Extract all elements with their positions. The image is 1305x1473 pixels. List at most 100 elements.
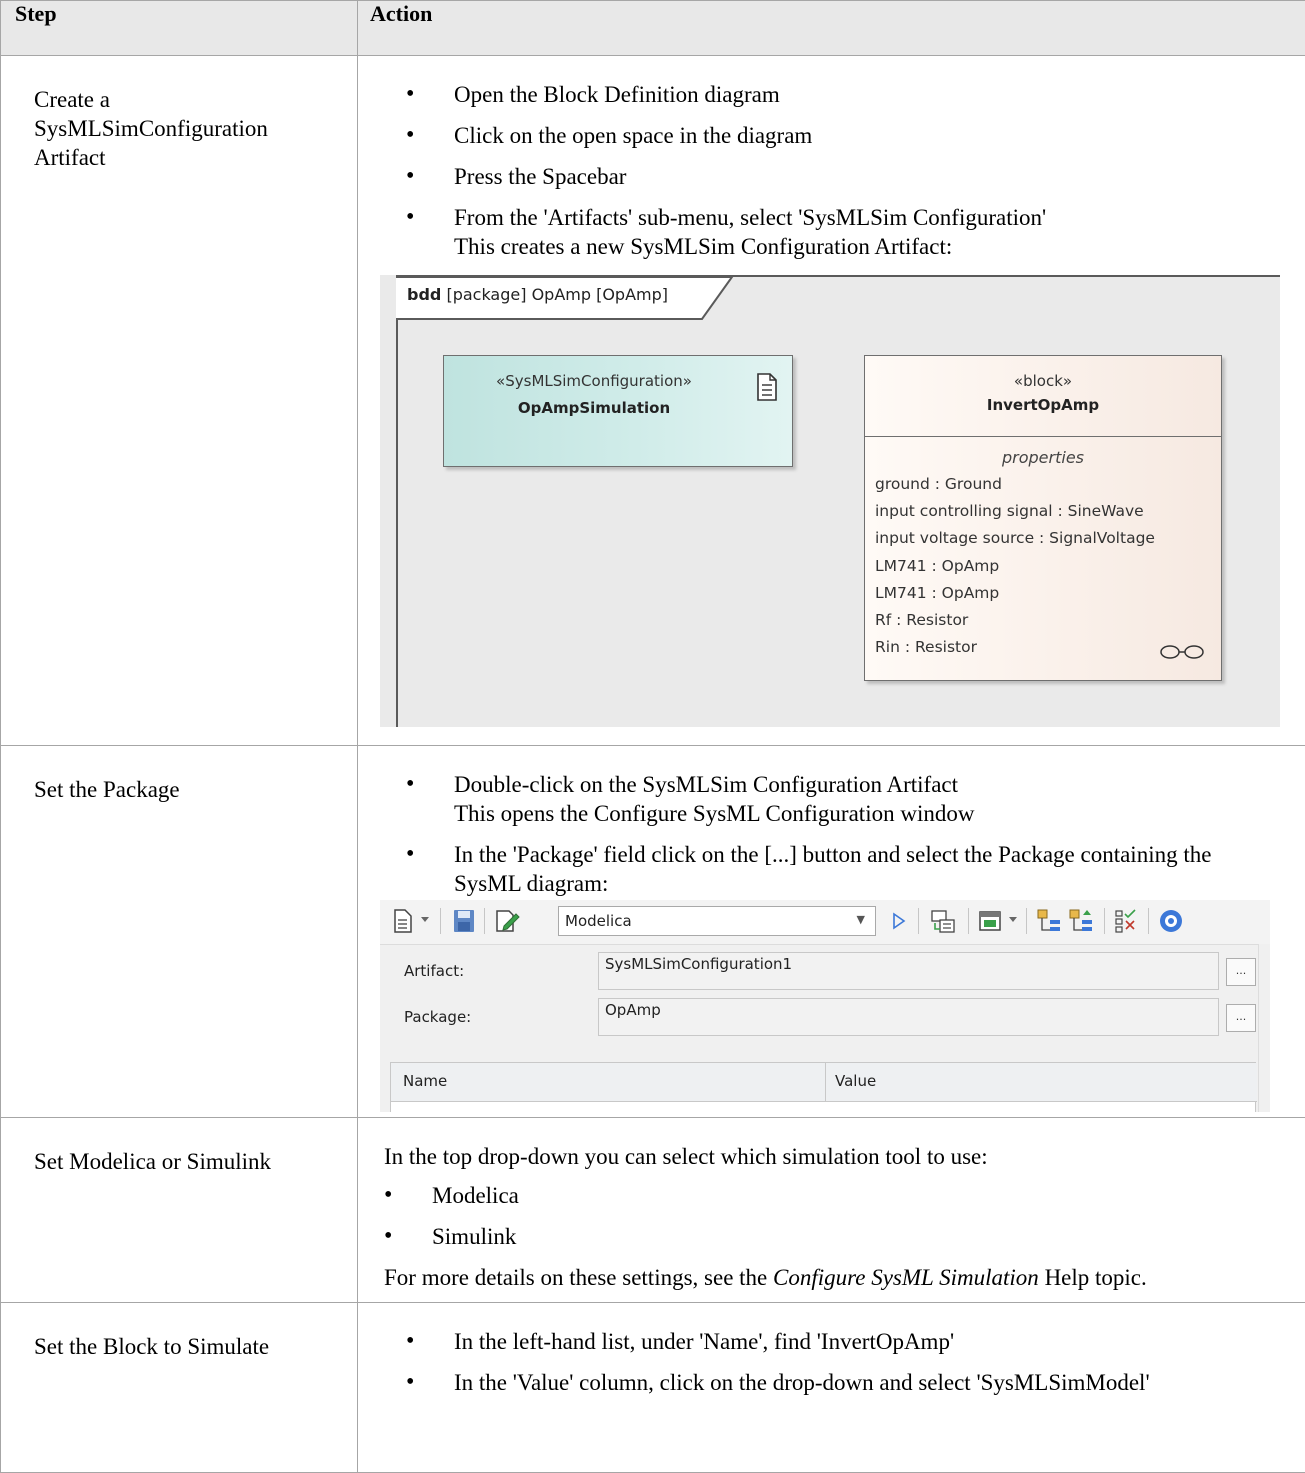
step-cell: Set Modelica or Simulink — [1, 1118, 358, 1303]
property-item: ground : Ground — [875, 471, 1221, 498]
list-item: Modelica — [384, 1181, 1293, 1210]
window-icon[interactable] — [978, 908, 1004, 934]
step-text: Set the Block to Simulate — [34, 1334, 269, 1359]
step-cell: Set the Block to Simulate — [1, 1303, 358, 1473]
header-action: Action — [358, 1, 1305, 56]
bullet-text: In the left-hand list, under 'Name', fin… — [454, 1329, 954, 1354]
package-field[interactable]: OpAmp — [598, 998, 1219, 1036]
step-cell: Create a SysMLSimConfiguration Artifact — [1, 56, 358, 746]
property-grid: Name Value — [390, 1062, 1256, 1112]
block-name: InvertOpAmp — [865, 390, 1221, 414]
bdd-diagram: bdd [package] OpAmp [OpAmp] «SysMLSimCon… — [380, 275, 1280, 727]
list-item: Press the Spacebar — [406, 162, 1293, 191]
glasses-icon — [1159, 642, 1205, 662]
tree-up-icon[interactable] — [1068, 908, 1094, 934]
block-invertopamp[interactable]: «block» InvertOpAmp properties ground : … — [864, 355, 1222, 681]
bullet-list: Double-click on the SysMLSim Configurati… — [406, 770, 1293, 898]
toolbar-separator — [918, 908, 919, 934]
intro-text: In the top drop-down you can select whic… — [384, 1142, 1293, 1171]
bullet-text: Simulink — [432, 1224, 516, 1249]
bullet-subtext: This creates a new SysMLSim Configuratio… — [454, 232, 1293, 261]
column-divider[interactable] — [825, 1063, 826, 1101]
property-item: LM741 : OpAmp — [875, 580, 1221, 607]
checklist-icon[interactable] — [1114, 908, 1138, 934]
help-icon[interactable] — [1158, 908, 1184, 934]
toolbar-separator — [1104, 908, 1105, 934]
bullet-text: Double-click on the SysMLSim Configurati… — [454, 770, 1293, 799]
steps-table: Step Action Create a SysMLSimConfigurati… — [0, 0, 1305, 1473]
property-list: ground : Ground input controlling signal… — [865, 471, 1221, 661]
help-topic-reference: Configure SysML Simulation — [773, 1265, 1039, 1290]
table-row: Set Modelica or Simulink In the top drop… — [1, 1118, 1305, 1303]
step-text: Set Modelica or Simulink — [34, 1149, 271, 1174]
dropdown-arrow-icon[interactable] — [420, 916, 430, 924]
note-suffix: Help topic. — [1039, 1265, 1147, 1290]
dropdown-arrow-icon[interactable] — [1008, 916, 1018, 924]
bullet-text: Modelica — [432, 1183, 519, 1208]
header-step: Step — [1, 1, 358, 56]
note-text: For more details on these settings, see … — [384, 1263, 1293, 1292]
bullet-list: Open the Block Definition diagram Click … — [406, 80, 1293, 261]
artifact-label: Artifact: — [404, 962, 464, 980]
chevron-down-icon: ▼ — [857, 913, 865, 926]
save-icon[interactable] — [452, 908, 476, 934]
note-prefix: For more details on these settings, see … — [384, 1265, 773, 1290]
list-item: In the 'Package' field click on the [...… — [406, 840, 1293, 898]
toolbar-separator — [484, 908, 485, 934]
frame-label: bdd [package] OpAmp [OpAmp] — [407, 285, 668, 304]
artifact-field[interactable]: SysMLSimConfiguration1 — [598, 952, 1219, 990]
simulation-tool-select[interactable]: Modelica ▼ — [558, 906, 876, 936]
grid-header-value[interactable]: Value — [835, 1072, 876, 1090]
list-item: From the 'Artifacts' sub-menu, select 'S… — [406, 203, 1293, 261]
step-text: Set the Package — [34, 777, 180, 802]
configure-sysml-window: Modelica ▼ — [380, 900, 1270, 1112]
package-browse-button[interactable]: ... — [1226, 1004, 1256, 1032]
action-cell: Double-click on the SysMLSim Configurati… — [358, 746, 1305, 1118]
edit-icon[interactable] — [494, 908, 520, 934]
artifact-value: SysMLSimConfiguration1 — [605, 955, 792, 973]
block-header: «block» InvertOpAmp — [865, 356, 1221, 437]
package-label: Package: — [404, 1008, 471, 1026]
new-doc-icon[interactable] — [392, 908, 414, 934]
list-item: In the left-hand list, under 'Name', fin… — [406, 1327, 1293, 1356]
list-item: In the 'Value' column, click on the drop… — [406, 1368, 1293, 1397]
bullet-text: In the 'Value' column, click on the drop… — [454, 1370, 1150, 1395]
toolbar-separator — [968, 908, 969, 934]
frame-kind: bdd — [407, 285, 441, 304]
bullet-list: In the left-hand list, under 'Name', fin… — [406, 1327, 1293, 1397]
bullet-text: Open the Block Definition diagram — [454, 82, 780, 107]
bullet-list: Modelica Simulink — [384, 1181, 1293, 1251]
property-item: LM741 : OpAmp — [875, 553, 1221, 580]
toolbar-separator — [440, 908, 441, 934]
block-stereotype: «block» — [865, 356, 1221, 390]
package-value: OpAmp — [605, 1001, 661, 1019]
bullet-text: In the 'Package' field click on the [...… — [454, 842, 1211, 896]
table-row: Set the Package Double-click on the SysM… — [1, 746, 1305, 1118]
step-text: Artifact — [34, 144, 337, 173]
run-icon[interactable] — [892, 912, 906, 930]
grid-header-name[interactable]: Name — [403, 1072, 447, 1090]
sysmlsim-configuration-artifact[interactable]: «SysMLSimConfiguration» OpAmpSimulation — [443, 355, 793, 467]
compartment-title: properties — [865, 437, 1221, 471]
action-cell: In the left-hand list, under 'Name', fin… — [358, 1303, 1305, 1473]
table-row: Create a SysMLSimConfiguration Artifact … — [1, 56, 1305, 746]
list-item: Click on the open space in the diagram — [406, 121, 1293, 150]
step-text: SysMLSimConfiguration — [34, 115, 337, 144]
tree-down-icon[interactable] — [1036, 908, 1062, 934]
list-item: Open the Block Definition diagram — [406, 80, 1293, 109]
vertical-scrollbar[interactable] — [1258, 944, 1270, 1112]
property-item: input controlling signal : SineWave — [875, 498, 1221, 525]
toolbar-separator — [1148, 908, 1149, 934]
toolbar-separator — [1026, 908, 1027, 934]
bullet-subtext: This opens the Configure SysML Configura… — [454, 799, 1293, 828]
artifact-name: OpAmpSimulation — [444, 399, 744, 417]
list-item: Double-click on the SysMLSim Configurati… — [406, 770, 1293, 828]
generate-icon[interactable] — [930, 908, 956, 934]
step-text: Create a — [34, 86, 337, 115]
table-row: Set the Block to Simulate In the left-ha… — [1, 1303, 1305, 1473]
toolbar: Modelica ▼ — [380, 900, 1270, 945]
table-header-row: Step Action — [1, 1, 1305, 56]
bullet-text: From the 'Artifacts' sub-menu, select 'S… — [454, 203, 1293, 232]
property-item: input voltage source : SignalVoltage — [875, 525, 1221, 552]
artifact-browse-button[interactable]: ... — [1226, 958, 1256, 986]
